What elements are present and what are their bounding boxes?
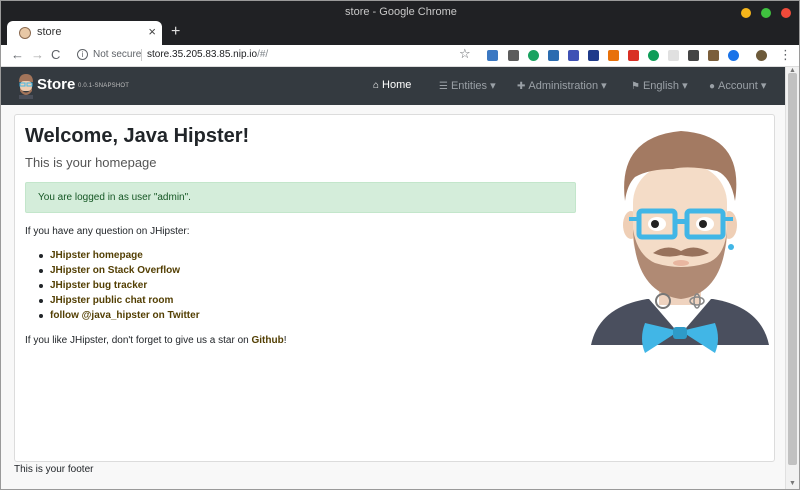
list-item: JHipster homepage [39,250,200,265]
url-path: /#/ [257,49,269,60]
help-links-list: JHipster homepage JHipster on Stack Over… [39,250,200,325]
scrollbar-thumb[interactable] [788,73,797,465]
hipster-favicon-icon [19,27,31,39]
list-item: follow @java_hipster on Twitter [39,310,200,325]
extension-icon[interactable] [668,50,679,61]
brand-version: 0.0.1-SNAPSHOT [78,83,130,89]
bookmark-star-icon[interactable]: ☆ [459,46,471,62]
url-text[interactable]: store.35.205.83.85.nip.io/#/ [147,49,268,60]
star-prefix: If you like JHipster, don't forget to gi… [25,335,252,346]
title-bar: store - Google Chrome store × + [1,1,799,45]
info-icon[interactable]: i [77,49,88,60]
user-plus-icon: ✚ [517,81,526,92]
list-icon: ☰ [439,81,448,92]
forward-button[interactable]: → [31,47,44,62]
nav-administration[interactable]: ✚ Administration ▾ [517,79,607,92]
link-twitter[interactable]: follow @java_hipster on Twitter [50,310,200,321]
home-icon: ⌂ [373,80,380,91]
new-tab-button[interactable]: + [171,23,180,41]
github-star-text: If you like JHipster, don't forget to gi… [25,335,286,346]
tab-title: store [37,26,62,38]
extension-icon[interactable] [568,50,579,61]
nav-entities[interactable]: ☰ Entities ▾ [439,79,496,92]
link-stack-overflow[interactable]: JHipster on Stack Overflow [50,265,180,276]
nav-language-label: English ▾ [642,80,688,92]
divider [141,49,142,61]
browser-menu-icon[interactable]: ⋮ [779,47,792,63]
url-host: store.35.205.83.85.nip.io [147,49,258,60]
browser-window: store - Google Chrome store × + ← → C i … [0,0,800,490]
maximize-button[interactable] [761,8,771,18]
nav-account-label: Account ▾ [718,80,767,92]
star-suffix: ! [283,335,287,346]
minimize-button[interactable] [741,8,751,18]
tab-close-icon[interactable]: × [148,24,156,39]
link-jhipster-homepage[interactable]: JHipster homepage [50,250,143,261]
nav-home[interactable]: ⌂ Home [373,79,411,91]
extension-icon[interactable] [508,50,519,61]
nav-administration-label: Administration ▾ [528,80,607,92]
nav-account[interactable]: ● Account ▾ [709,79,766,92]
scroll-up-icon[interactable]: ▲ [789,67,796,74]
link-chat-room[interactable]: JHipster public chat room [50,295,173,306]
link-bug-tracker[interactable]: JHipster bug tracker [50,280,147,291]
nav-entities-label: Entities ▾ [450,80,496,92]
extension-icon[interactable] [528,50,539,61]
page-subtitle: This is your homepage [25,155,157,170]
brand-name[interactable]: Store [37,76,75,93]
extension-icon[interactable] [588,50,599,61]
browser-tab[interactable]: store × [7,21,162,45]
jhipster-mascot-image [591,131,769,353]
close-window-button[interactable] [781,8,791,18]
hipster-logo-icon[interactable] [17,73,35,99]
address-bar[interactable]: i Not secure store.35.205.83.85.nip.io/#… [73,47,485,65]
extension-icon[interactable] [708,50,719,61]
user-icon: ● [709,81,716,92]
app-navbar: Store 0.0.1-SNAPSHOT ⌂ Home ☰ Entities ▾ ✚… [1,67,785,105]
extension-icon[interactable] [487,50,498,61]
list-item: JHipster bug tracker [39,280,200,295]
extension-icon[interactable] [688,50,699,61]
back-button[interactable]: ← [11,47,24,62]
list-item: JHipster on Stack Overflow [39,265,200,280]
list-item: JHipster public chat room [39,295,200,310]
extension-icon[interactable] [628,50,639,61]
profile-avatar-icon[interactable] [756,50,767,61]
page-title: Welcome, Java Hipster! [25,125,250,147]
extension-icon[interactable] [728,50,739,61]
security-status[interactable]: Not secure [93,49,141,60]
login-alert-text: You are logged in as user "admin". [38,192,191,203]
window-title: store - Google Chrome [345,6,457,18]
question-text: If you have any question on JHipster: [25,226,190,237]
scroll-down-icon[interactable]: ▼ [789,480,796,487]
link-github[interactable]: Github [251,335,283,346]
flag-icon: ⚑ [631,81,640,92]
address-toolbar: ← → C i Not secure store.35.205.83.85.ni… [1,45,799,67]
nav-home-label: Home [382,79,412,91]
nav-language[interactable]: ⚑ English ▾ [631,79,688,92]
extension-icon[interactable] [548,50,559,61]
page-footer: This is your footer [14,464,94,475]
login-alert: You are logged in as user "admin". [25,182,576,213]
extension-icon[interactable] [648,50,659,61]
reload-button[interactable]: C [51,47,60,62]
extension-icon[interactable] [608,50,619,61]
